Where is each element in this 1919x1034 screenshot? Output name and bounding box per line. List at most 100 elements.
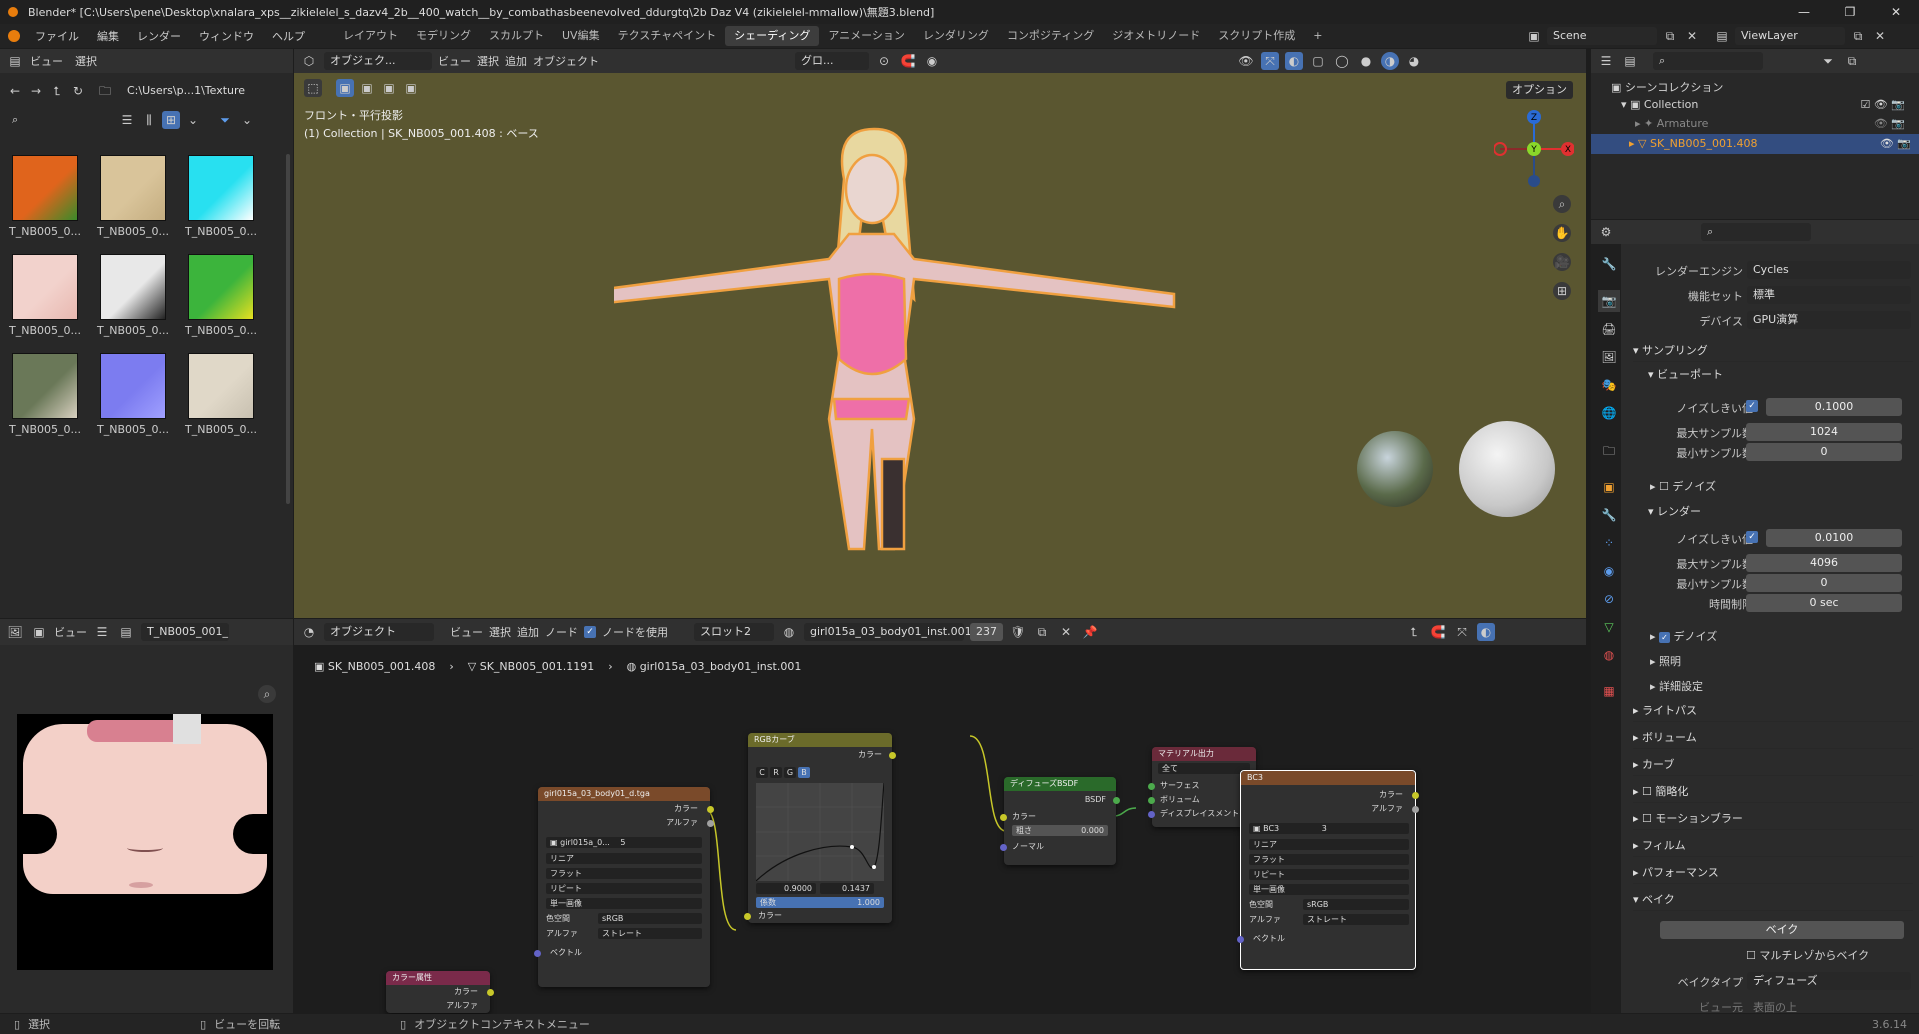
- blender-menu-icon[interactable]: [8, 30, 20, 42]
- vp-noise-field[interactable]: 0.1000: [1766, 398, 1902, 416]
- image-browse-icon[interactable]: ▤: [117, 623, 135, 641]
- curve-channel-r[interactable]: R: [770, 767, 782, 778]
- select-new-icon[interactable]: ▣: [336, 79, 354, 97]
- select-subtract-icon[interactable]: ▣: [380, 79, 398, 97]
- menu-edit[interactable]: 編集: [88, 28, 128, 44]
- outliner-filter-icon[interactable]: ⏷: [1819, 52, 1837, 70]
- editor-type-icon[interactable]: ▤: [6, 52, 24, 70]
- device-dropdown[interactable]: GPU演算: [1747, 311, 1911, 329]
- film-panel[interactable]: ▸ フィルム: [1633, 835, 1913, 857]
- curve-graph[interactable]: [756, 783, 884, 881]
- image-name-field[interactable]: T_NB005_001_: [141, 623, 229, 641]
- collection-tab-icon[interactable]: 🗀: [1598, 440, 1620, 462]
- particles-tab-icon[interactable]: ⁘: [1598, 532, 1620, 554]
- texture-tab-icon[interactable]: ▦: [1598, 680, 1620, 702]
- volumes-panel[interactable]: ▸ ボリューム: [1633, 727, 1913, 749]
- tab-geometry-nodes[interactable]: ジオメトリノード: [1103, 26, 1209, 46]
- menu-help[interactable]: ヘルプ: [263, 28, 314, 44]
- outliner-row-mesh[interactable]: ▸ ▽ SK_NB005_001.408 👁 📷: [1591, 134, 1919, 154]
- xray-icon[interactable]: ▢: [1309, 52, 1327, 70]
- img-vector-socket[interactable]: [534, 950, 541, 957]
- fb-view-menu[interactable]: ビュー: [30, 53, 63, 69]
- solid-shading-icon[interactable]: ●: [1357, 52, 1375, 70]
- bc3-image-node[interactable]: BC3 カラー アルファ ▣ BC3 3 リニア フラット リピート 単一画像 …: [1237, 770, 1419, 970]
- forward-icon[interactable]: →: [27, 82, 45, 100]
- curve-channel-b[interactable]: B: [798, 767, 810, 778]
- denoise-subpanel[interactable]: ▸ ✓ デノイズ: [1650, 628, 1717, 644]
- overlay-icon[interactable]: ◐: [1285, 52, 1303, 70]
- thumbnails-icon[interactable]: ⊞: [162, 111, 180, 129]
- img-image-field[interactable]: ▣ girl015a_0... 5: [546, 837, 702, 848]
- simplify-panel[interactable]: ▸ ☐ 簡略化: [1633, 781, 1913, 803]
- fb-search-input[interactable]: ⌕: [6, 111, 114, 129]
- render-tab-icon[interactable]: 📷: [1598, 290, 1620, 312]
- img-colorspace-dropdown[interactable]: sRGB: [598, 913, 702, 924]
- bc3-alpha-mode-dropdown[interactable]: ストレート: [1303, 914, 1409, 925]
- advanced-subpanel[interactable]: ▸ 詳細設定: [1650, 678, 1703, 694]
- bsdf-color-socket[interactable]: [1000, 814, 1007, 821]
- select-intersect-icon[interactable]: ▣: [402, 79, 420, 97]
- r-max-field[interactable]: 4096: [1746, 554, 1902, 572]
- bc3-src-dropdown[interactable]: 単一画像: [1249, 884, 1409, 895]
- vp-menu-object[interactable]: オブジェクト: [533, 53, 599, 69]
- tab-modeling[interactable]: モデリング: [407, 26, 480, 46]
- new-viewlayer-icon[interactable]: ⧉: [1849, 27, 1867, 45]
- vp-max-field[interactable]: 1024: [1746, 423, 1902, 441]
- mesh-visibility-icons[interactable]: 👁 📷: [1880, 134, 1911, 154]
- curve-channel-g[interactable]: G: [784, 767, 796, 778]
- menu-file[interactable]: ファイル: [26, 28, 88, 44]
- tab-scripting[interactable]: スクリプト作成: [1209, 26, 1304, 46]
- material-tab-icon[interactable]: ◍: [1598, 644, 1620, 666]
- tab-animation[interactable]: アニメーション: [819, 26, 914, 46]
- world-tab-icon[interactable]: 🌐: [1598, 402, 1620, 424]
- image-editor-icon[interactable]: 🖼: [6, 623, 24, 641]
- viewlayer-selector[interactable]: ViewLayer: [1735, 27, 1845, 45]
- bc3-proj-dropdown[interactable]: フラット: [1249, 854, 1409, 865]
- properties-editor-icon[interactable]: ⚙: [1597, 223, 1615, 241]
- material-shading-icon[interactable]: ◑: [1381, 52, 1399, 70]
- select-extend-icon[interactable]: ▣: [358, 79, 376, 97]
- tab-texture-paint[interactable]: テクスチャペイント: [609, 26, 726, 46]
- bake-type-dropdown[interactable]: ディフューズ: [1747, 972, 1911, 990]
- lighting-subpanel[interactable]: ▸ 照明: [1650, 653, 1681, 669]
- maximize-icon[interactable]: ❐: [1827, 0, 1873, 24]
- curve-point-y[interactable]: 0.1437: [820, 883, 874, 894]
- curve-color-out-socket[interactable]: [889, 752, 896, 759]
- r-noise-field[interactable]: 0.0100: [1766, 529, 1902, 547]
- tab-uv[interactable]: UV編集: [553, 26, 609, 46]
- img-interp-dropdown[interactable]: リニア: [546, 853, 702, 864]
- feature-set-dropdown[interactable]: 標準: [1747, 286, 1911, 304]
- attr-color-socket[interactable]: [487, 989, 494, 996]
- rgb-curves-node[interactable]: RGBカーブ カラー C R G B 0.9000 0.1437 係数 1.000…: [744, 733, 896, 923]
- properties-search[interactable]: ⌕: [1701, 223, 1811, 241]
- bc3-color-socket[interactable]: [1412, 792, 1419, 799]
- outliner-editor-icon[interactable]: ☰: [1597, 52, 1615, 70]
- constraints-tab-icon[interactable]: ⊘: [1598, 588, 1620, 610]
- tab-compositing[interactable]: コンポジティング: [998, 26, 1103, 46]
- curves-panel[interactable]: ▸ カーブ: [1633, 754, 1913, 776]
- list-vertical-icon[interactable]: ☰: [118, 111, 136, 129]
- texture-thumbnail[interactable]: [188, 254, 254, 320]
- bsdf-out-socket[interactable]: [1113, 797, 1120, 804]
- img-ext-dropdown[interactable]: リピート: [546, 883, 702, 894]
- output-surface-socket[interactable]: [1148, 783, 1155, 790]
- list-horizontal-icon[interactable]: ⫼: [140, 111, 158, 129]
- bc3-interp-dropdown[interactable]: リニア: [1249, 839, 1409, 850]
- bake-panel[interactable]: ▾ ベイク: [1633, 889, 1913, 911]
- sampling-panel[interactable]: ▾ サンプリング: [1633, 340, 1913, 362]
- outliner-row-armature[interactable]: ▸ ✦ Armature 👁 📷: [1635, 117, 1911, 130]
- scene-tab-icon[interactable]: 🎭: [1598, 374, 1620, 396]
- object-tab-icon[interactable]: ▣: [1598, 476, 1620, 498]
- tab-rendering[interactable]: レンダリング: [914, 26, 998, 46]
- select-tool-icon[interactable]: ⬚: [304, 79, 322, 97]
- viewport-subpanel[interactable]: ▾ ビューポート: [1648, 366, 1723, 382]
- collection-visibility-icons[interactable]: ☑ 👁 📷: [1860, 98, 1905, 111]
- curve-point-x[interactable]: 0.9000: [756, 883, 816, 894]
- viewport-options[interactable]: オプション: [1506, 81, 1573, 99]
- armature-visibility-icons[interactable]: 👁 📷: [1874, 117, 1905, 130]
- viewlayer-icon[interactable]: ▤: [1713, 27, 1731, 45]
- output-volume-socket[interactable]: [1148, 797, 1155, 804]
- outliner-search[interactable]: ⌕: [1653, 52, 1763, 70]
- texture-thumbnail[interactable]: [12, 353, 78, 419]
- outliner-row-collection[interactable]: ▾ ▣ Collection ☑ 👁 📷: [1621, 98, 1911, 111]
